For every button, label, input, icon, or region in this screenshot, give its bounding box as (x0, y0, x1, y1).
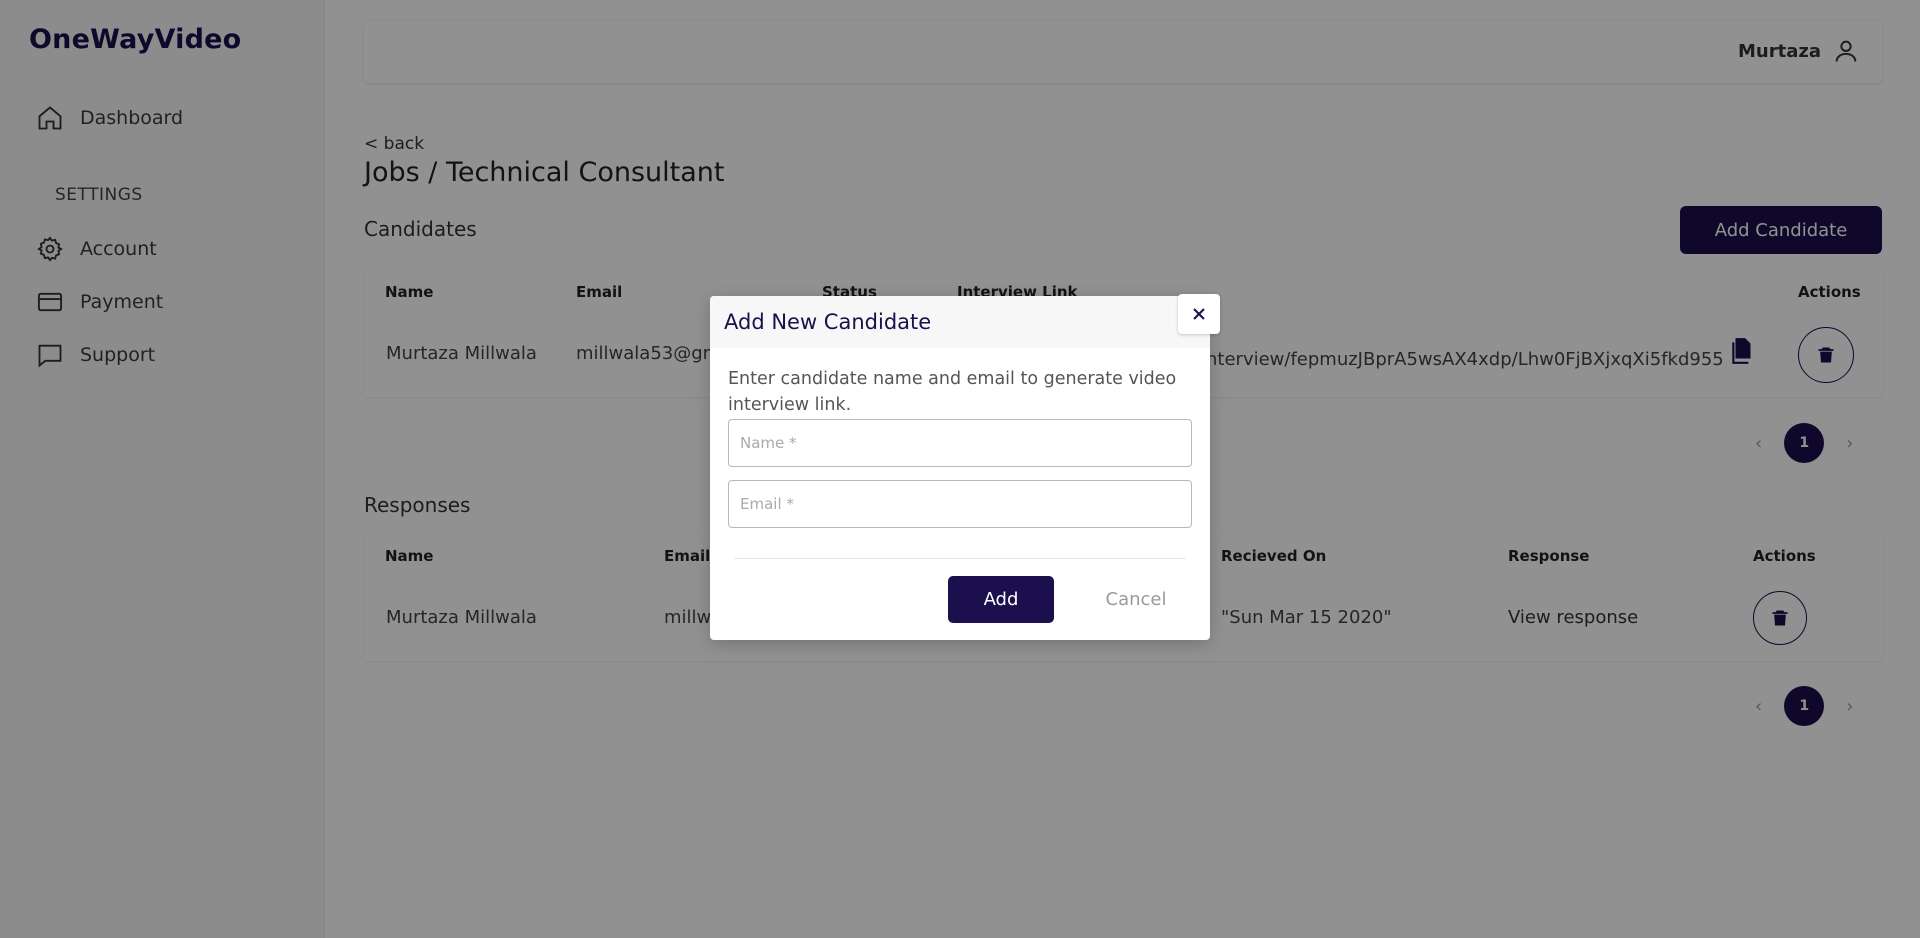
modal-title: Add New Candidate (724, 310, 932, 334)
cancel-button[interactable]: Cancel (1088, 576, 1184, 623)
add-candidate-modal: Add New Candidate Enter candidate name a… (710, 296, 1210, 640)
modal-close-button[interactable] (1178, 294, 1220, 334)
add-button[interactable]: Add (948, 576, 1054, 623)
name-input[interactable] (728, 419, 1192, 467)
modal-header: Add New Candidate (710, 296, 1210, 348)
close-icon (1193, 308, 1205, 320)
modal-description: Enter candidate name and email to genera… (728, 369, 1177, 415)
email-input[interactable] (728, 480, 1192, 528)
modal-divider (734, 558, 1186, 559)
